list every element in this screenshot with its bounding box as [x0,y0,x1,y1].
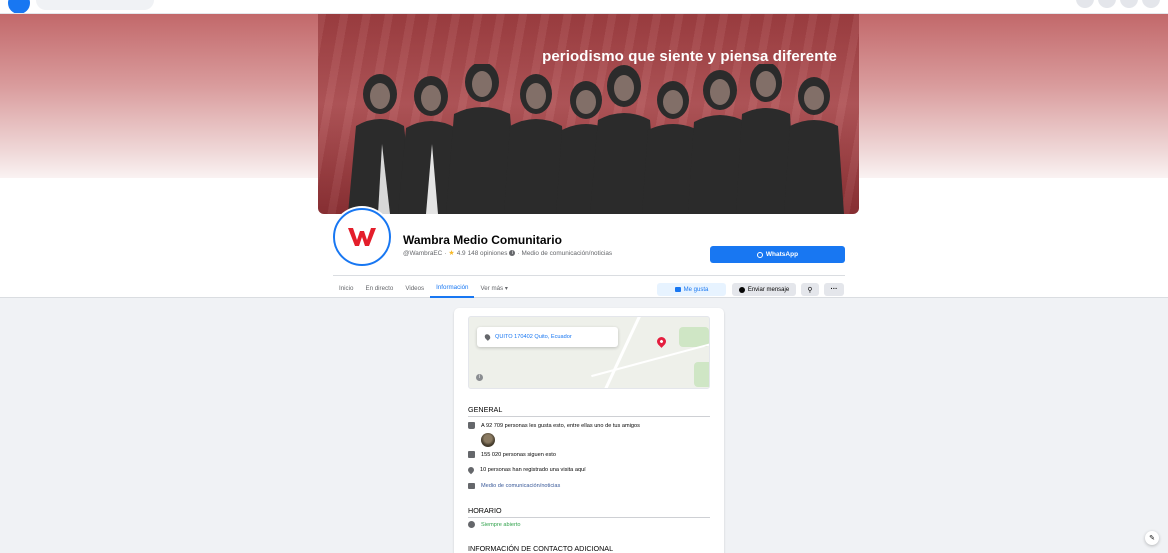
edit-icon[interactable]: ✎ [1145,531,1159,545]
location-pin-icon [466,465,476,475]
address-link[interactable]: QUITO 170402 Quito, Ecuador [495,334,572,340]
info-card: QUITO 170402 Quito, Ecuador i GENERAL A … [454,308,724,553]
send-message-button[interactable]: Enviar mensaje [732,283,796,296]
location-map[interactable]: QUITO 170402 Quito, Ecuador i [468,316,710,389]
page-tabs: Inicio En directo Videos Información Ver… [333,279,514,298]
section-divider [468,416,710,417]
avatar[interactable] [333,208,391,266]
separator: · [444,249,447,257]
tab-en-directo[interactable]: En directo [359,279,399,298]
category-row: Medio de comunicación/noticias [468,483,560,489]
contact-section-title: INFORMACIÓN DE CONTACTO ADICIONAL [468,544,614,553]
hours-section-title: HORARIO [468,506,502,515]
profile-icon[interactable] [1142,0,1160,8]
top-actions [1076,0,1160,8]
cover-tagline: periodismo que siente y piensa diferente [542,48,837,65]
tab-ver-mas-label: Ver más [480,285,504,292]
search-button[interactable]: ⚲ [801,283,819,296]
clock-icon [468,521,475,528]
info-icon[interactable]: i [509,250,516,256]
separator: · [517,249,520,257]
whatsapp-button[interactable]: WhatsApp [710,246,845,263]
location-pin-icon[interactable] [655,335,668,348]
location-pin-icon [483,333,492,341]
messenger-icon[interactable] [1098,0,1116,8]
info-icon[interactable]: i [476,374,483,381]
search-icon: ⚲ [807,286,813,294]
search-input[interactable] [36,0,154,10]
tab-inicio[interactable]: Inicio [333,279,359,298]
page-handle[interactable]: @WambraEC [403,250,442,257]
page-title: Wambra Medio Comunitario [403,233,562,247]
likes-text: A 92 709 personas les gusta esto, entre … [481,422,640,429]
star-icon: ★ [448,250,455,257]
chevron-down-icon: ▾ [503,285,508,292]
friend-avatar[interactable] [481,433,495,447]
followers-icon [468,451,475,458]
hours-row: Siempre abierto [468,521,521,528]
likes-row: A 92 709 personas les gusta esto, entre … [468,422,640,429]
tab-ver-mas[interactable]: Ver más ▾ [474,279,514,298]
checkins-row: 10 personas han registrado una visita aq… [466,465,586,475]
cover-people-image [348,64,844,214]
more-icon: ··· [830,286,838,293]
notifications-icon[interactable] [1120,0,1138,8]
category-link[interactable]: Medio de comunicación/noticias [481,483,560,489]
header-divider [333,275,845,276]
messenger-icon [738,286,745,293]
whatsapp-icon [756,251,763,258]
more-button[interactable]: ··· [824,283,844,296]
checkins-text: 10 personas han registrado una visita aq… [480,467,586,473]
like-button[interactable]: Me gusta [657,283,726,296]
wambra-logo-icon [339,214,385,260]
followers-row: 155 020 personas siguen esto [468,451,556,458]
facebook-logo-icon[interactable] [8,0,30,13]
thumbs-up-icon [468,422,475,429]
cover-photo[interactable]: periodismo que siente y piensa diferente [318,14,859,214]
menu-icon[interactable] [1076,0,1094,8]
folder-icon [468,483,475,489]
tab-informacion[interactable]: Información [430,279,475,298]
page-category[interactable]: Medio de comunicación/noticias [522,250,613,257]
map-park [694,362,709,387]
section-divider [468,517,710,518]
general-section-title: GENERAL [468,405,503,414]
top-navigation-bar [0,0,1168,14]
like-button-label: Me gusta [683,286,709,293]
rating-value: 4.9 [456,249,466,257]
thumbs-up-icon [674,287,681,292]
tab-videos[interactable]: Videos [399,279,430,298]
map-address-box[interactable]: QUITO 170402 Quito, Ecuador [477,327,618,347]
page-meta: @WambraEC · ★ 4.9 148 opiniones i · Medi… [403,249,613,258]
whatsapp-button-label: WhatsApp [765,251,799,258]
send-message-label: Enviar mensaje [747,286,790,293]
followers-text: 155 020 personas siguen esto [481,451,556,458]
reviews-count[interactable]: 148 opiniones [468,250,508,257]
hours-text: Siempre abierto [481,521,521,528]
